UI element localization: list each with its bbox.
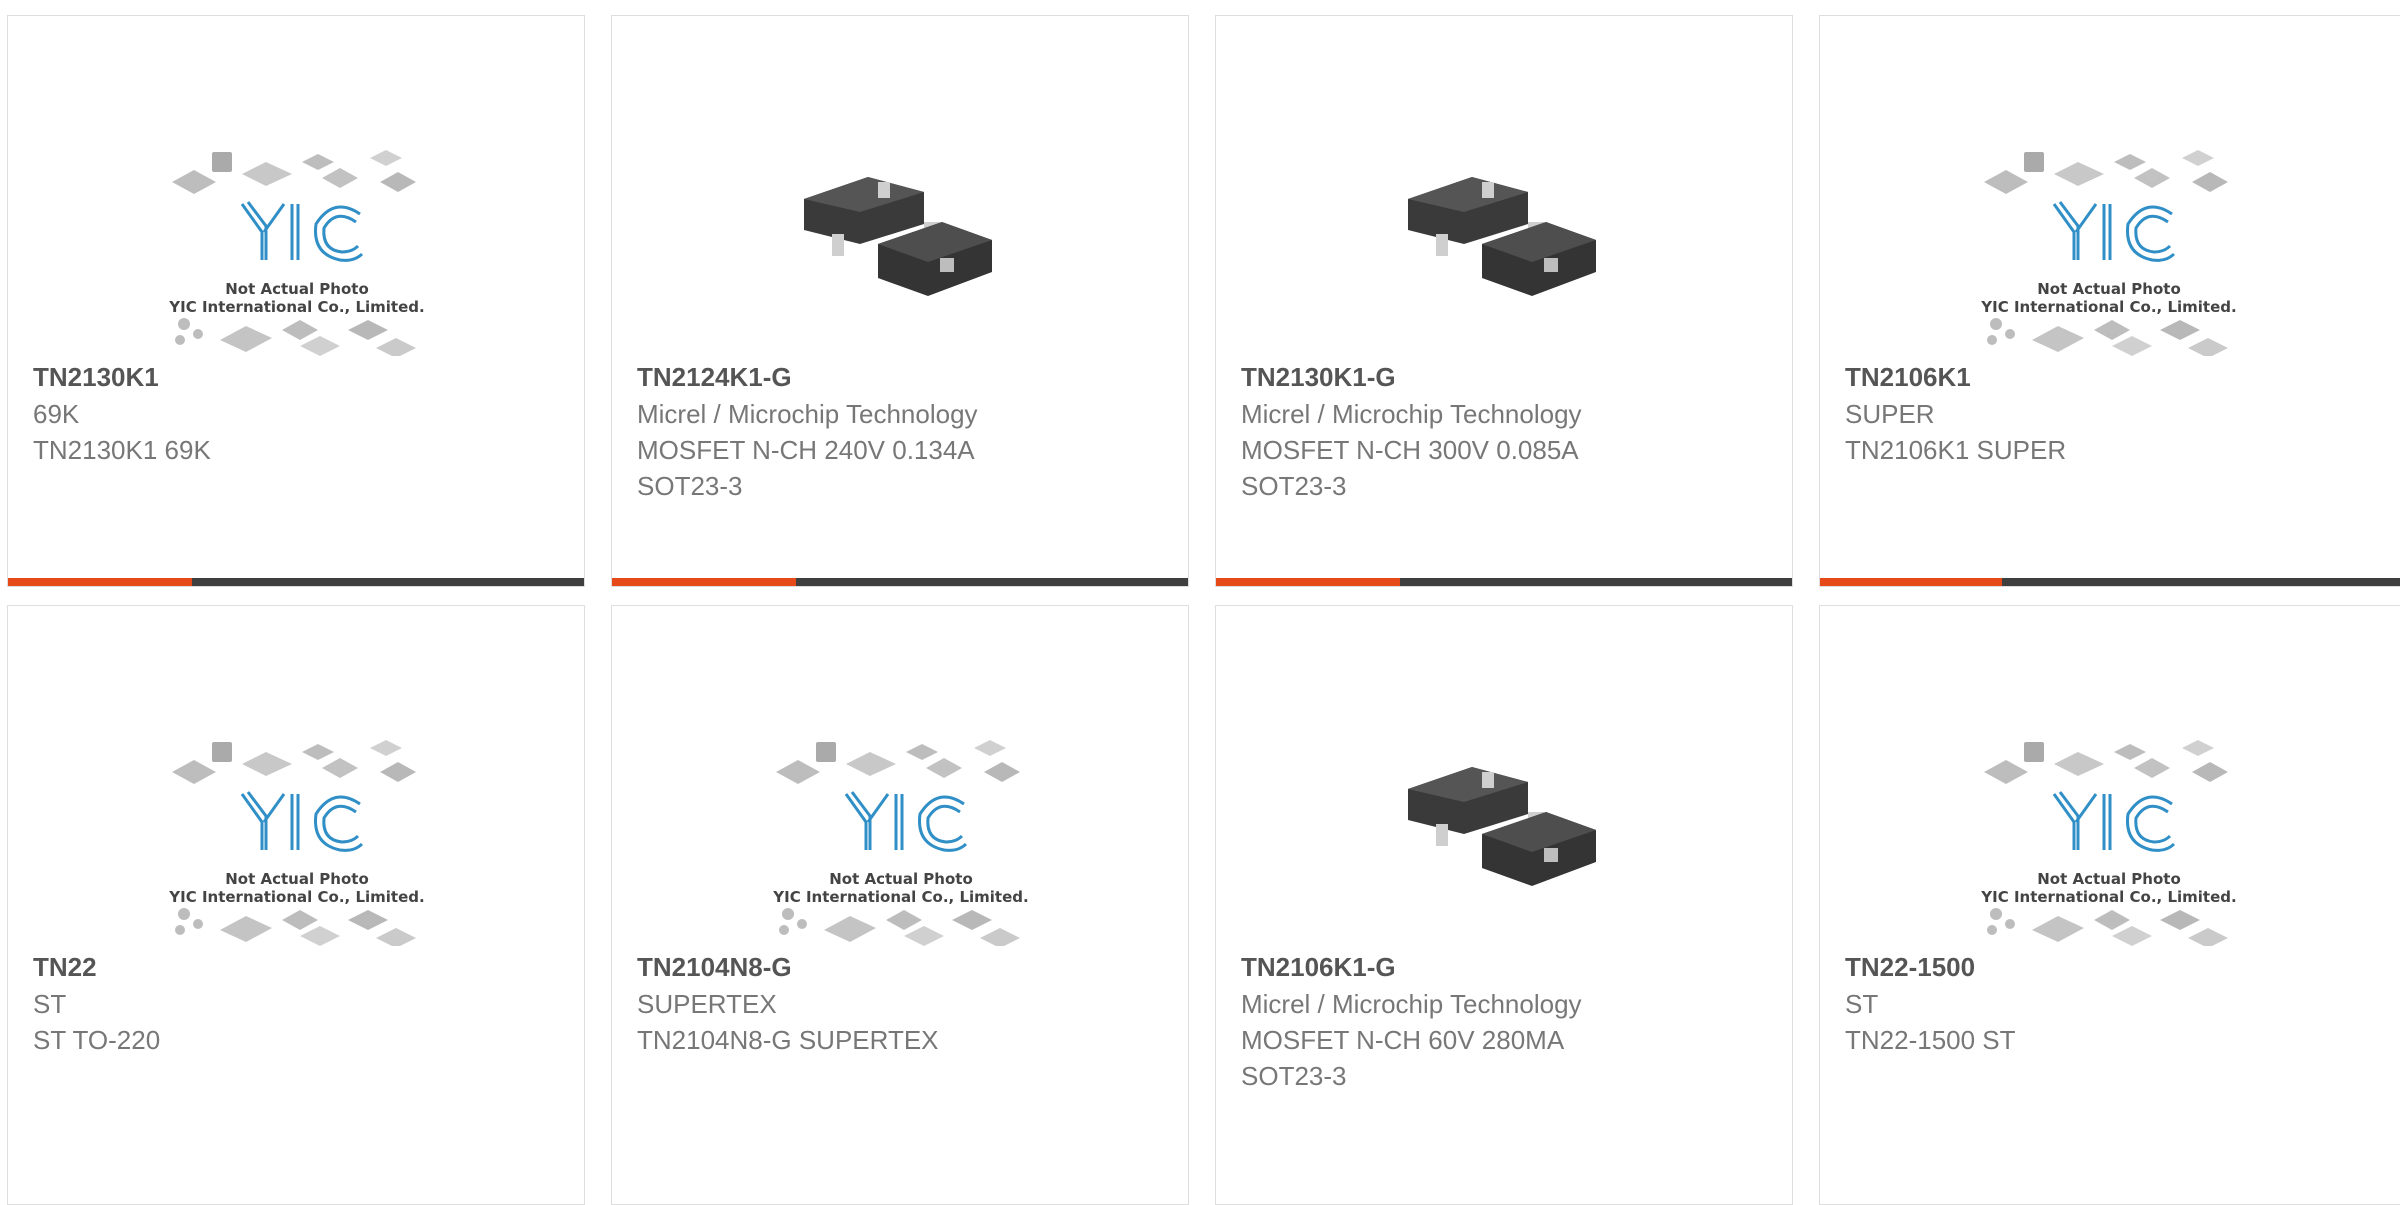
svg-text:Not Actual Photo: Not Actual Photo — [829, 870, 973, 888]
part-number-link[interactable]: TN2104N8-G — [637, 948, 1168, 986]
svg-text:YIC International Co., Limited: YIC International Co., Limited. — [168, 888, 424, 906]
chip-sketches-top — [1984, 740, 2228, 784]
svg-text:Not Actual Photo: Not Actual Photo — [225, 280, 369, 298]
sot23-package-icon — [1408, 177, 1596, 296]
product-card[interactable]: TN2106K1-G Micrel / Microchip Technology… — [1215, 605, 1793, 1205]
card-accent — [1216, 578, 1401, 586]
product-image[interactable] — [1332, 664, 1678, 946]
part-number-link[interactable]: TN2106K1-G — [1241, 948, 1772, 986]
yic-logo-icon — [240, 791, 364, 852]
product-info: TN2106K1 SUPER TN2106K1 SUPER — [1845, 358, 2388, 468]
product-image[interactable]: Not Actual Photo YIC International Co., … — [1936, 74, 2282, 356]
sot23-photo — [804, 177, 992, 296]
product-detail: MOSFET N-CH 60V 280MA — [1241, 1025, 1565, 1055]
chip-sketches-top — [776, 740, 1020, 784]
product-card[interactable]: Not Actual Photo YIC International Co., … — [1819, 15, 2400, 587]
part-number-link[interactable]: TN2130K1 — [33, 358, 564, 396]
product-detail: TN2130K1 69K — [33, 435, 211, 465]
product-detail: Micrel / Microchip Technology — [1241, 989, 1582, 1019]
product-detail: ST — [33, 989, 67, 1019]
product-info: TN2104N8-G SUPERTEX TN2104N8-G SUPERTEX — [637, 948, 1168, 1058]
yic-logo-icon — [2052, 201, 2176, 262]
chip-sketches-top — [172, 150, 416, 194]
product-detail: SOT23-3 — [637, 471, 743, 501]
part-number-link[interactable]: TN2130K1-G — [1241, 358, 1772, 396]
product-card[interactable]: Not Actual Photo YIC International Co., … — [7, 15, 585, 587]
product-detail: SUPER — [1845, 399, 1935, 429]
product-info: TN2106K1-G Micrel / Microchip Technology… — [1241, 948, 1772, 1094]
placeholder-image: Not Actual Photo YIC International Co., … — [1980, 150, 2237, 356]
sot23-photo — [1408, 767, 1596, 886]
product-detail: TN22-1500 ST — [1845, 1025, 2016, 1055]
product-image[interactable] — [728, 74, 1074, 356]
chip-sketches-bottom — [1987, 318, 2228, 356]
svg-text:YIC International Co., Limited: YIC International Co., Limited. — [772, 888, 1028, 906]
product-detail: MOSFET N-CH 240V 0.134A — [637, 435, 975, 465]
product-image[interactable]: Not Actual Photo YIC International Co., … — [728, 664, 1074, 946]
part-number-link[interactable]: TN22 — [33, 948, 564, 986]
svg-text:YIC International Co., Limited: YIC International Co., Limited. — [1980, 298, 2236, 316]
product-detail: SOT23-3 — [1241, 1061, 1347, 1091]
product-image[interactable]: Not Actual Photo YIC International Co., … — [124, 74, 470, 356]
placeholder-image: Not Actual Photo YIC International Co., … — [1980, 740, 2237, 946]
card-bottom-bar — [1216, 578, 1792, 586]
yic-logo-icon — [844, 791, 968, 852]
product-info: TN22 ST ST TO-220 — [33, 948, 564, 1058]
product-card[interactable]: Not Actual Photo YIC International Co., … — [1819, 605, 2400, 1205]
svg-text:YIC International Co., Limited: YIC International Co., Limited. — [168, 298, 424, 316]
yic-logo-icon — [240, 201, 364, 262]
product-info: TN2124K1-G Micrel / Microchip Technology… — [637, 358, 1168, 504]
product-detail: Micrel / Microchip Technology — [637, 399, 978, 429]
part-number-link[interactable]: TN2124K1-G — [637, 358, 1168, 396]
card-accent — [1820, 578, 2003, 586]
card-bottom-bar — [8, 578, 584, 586]
product-detail: ST — [1845, 989, 1879, 1019]
product-image[interactable]: Not Actual Photo YIC International Co., … — [124, 664, 470, 946]
part-number-link[interactable]: TN22-1500 — [1845, 948, 2388, 986]
chip-sketches-bottom — [175, 908, 416, 946]
product-info: TN2130K1 69K TN2130K1 69K — [33, 358, 564, 468]
card-bottom-bar — [1820, 578, 2400, 586]
placeholder-image: Not Actual Photo YIC International Co., … — [168, 740, 425, 946]
product-info: TN22-1500 ST TN22-1500 ST — [1845, 948, 2388, 1058]
chip-sketches-bottom — [175, 318, 416, 356]
product-card[interactable]: Not Actual Photo YIC International Co., … — [611, 605, 1189, 1205]
placeholder-image: Not Actual Photo YIC International Co., … — [168, 150, 425, 356]
product-detail: ST TO-220 — [33, 1025, 161, 1055]
product-detail: SOT23-3 — [1241, 471, 1347, 501]
product-detail: TN2106K1 SUPER — [1845, 435, 2067, 465]
product-detail: 69K — [33, 399, 80, 429]
product-detail: Micrel / Microchip Technology — [1241, 399, 1582, 429]
part-number-link[interactable]: TN2106K1 — [1845, 358, 2388, 396]
product-detail: MOSFET N-CH 300V 0.085A — [1241, 435, 1579, 465]
product-detail: SUPERTEX — [637, 989, 777, 1019]
svg-text:Not Actual Photo: Not Actual Photo — [2037, 870, 2181, 888]
product-detail: TN2104N8-G SUPERTEX — [637, 1025, 939, 1055]
product-card[interactable]: TN2124K1-G Micrel / Microchip Technology… — [611, 15, 1189, 587]
svg-text:YIC International Co., Limited: YIC International Co., Limited. — [1980, 888, 2236, 906]
sot23-package-icon — [804, 177, 992, 296]
svg-text:Not Actual Photo: Not Actual Photo — [225, 870, 369, 888]
chip-sketches-bottom — [1987, 908, 2228, 946]
svg-text:Not Actual Photo: Not Actual Photo — [2037, 280, 2181, 298]
product-card[interactable]: Not Actual Photo YIC International Co., … — [7, 605, 585, 1205]
card-accent — [8, 578, 193, 586]
chip-sketches-bottom — [779, 908, 1020, 946]
product-image[interactable]: Not Actual Photo YIC International Co., … — [1936, 664, 2282, 946]
sot23-package-icon — [1408, 767, 1596, 886]
placeholder-image: Not Actual Photo YIC International Co., … — [772, 740, 1029, 946]
yic-logo-icon — [2052, 791, 2176, 852]
card-bottom-bar — [612, 578, 1188, 586]
product-image[interactable] — [1332, 74, 1678, 356]
chip-sketches-top — [1984, 150, 2228, 194]
card-accent — [612, 578, 797, 586]
chip-sketches-top — [172, 740, 416, 784]
product-card[interactable]: TN2130K1-G Micrel / Microchip Technology… — [1215, 15, 1793, 587]
sot23-photo — [1408, 177, 1596, 296]
product-info: TN2130K1-G Micrel / Microchip Technology… — [1241, 358, 1772, 504]
